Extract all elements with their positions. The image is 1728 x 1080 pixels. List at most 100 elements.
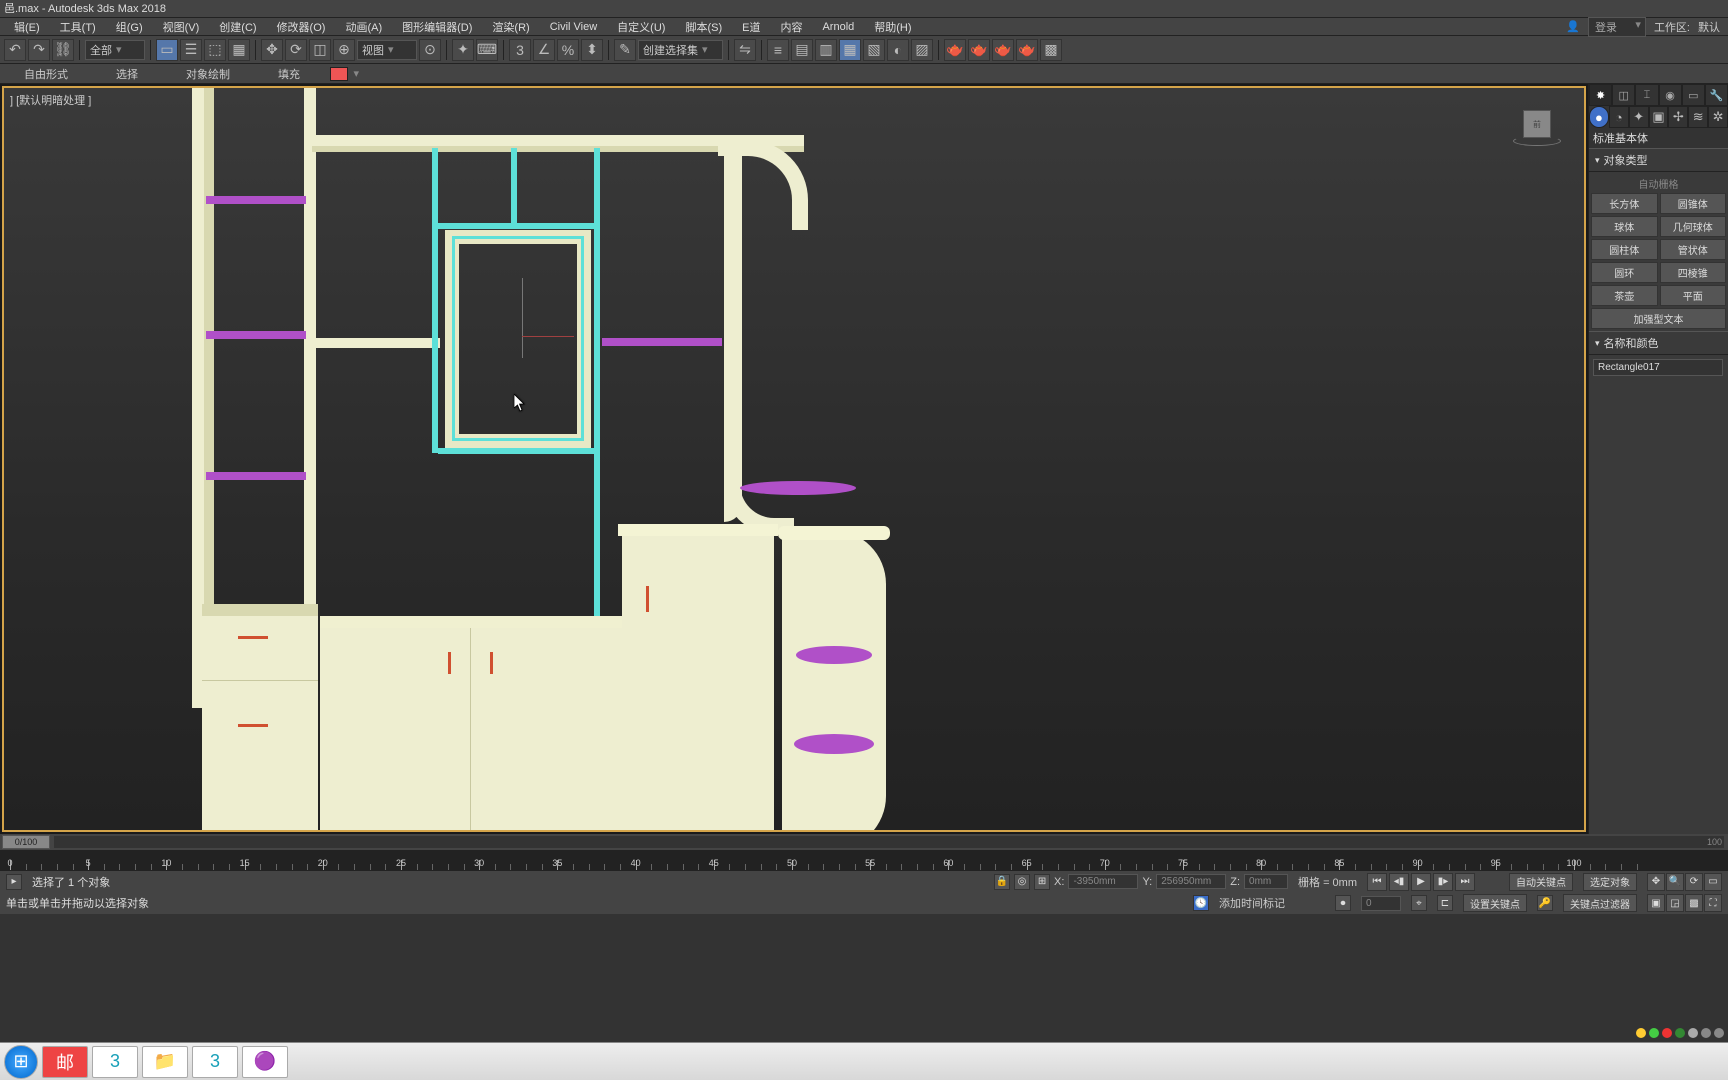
- time-slider-handle[interactable]: 0/100: [2, 835, 50, 849]
- manipulate-button[interactable]: ✦: [452, 39, 474, 61]
- selection-filter-dropdown[interactable]: 全部: [85, 40, 145, 60]
- ribbon-freeform[interactable]: 自由形式: [0, 66, 92, 82]
- login-dropdown[interactable]: 登录: [1588, 17, 1646, 37]
- menu-modifiers[interactable]: 修改器(O): [267, 19, 336, 35]
- maxscript-mini-button[interactable]: ▸: [6, 874, 22, 890]
- task-3dsmax-2[interactable]: 3: [192, 1046, 238, 1078]
- autogrid-checkbox[interactable]: 自动栅格: [1591, 174, 1726, 193]
- prim-sphere[interactable]: 球体: [1591, 216, 1658, 237]
- render-activeshade-button[interactable]: 🫖: [1016, 39, 1038, 61]
- rollout-name-color[interactable]: 名称和颜色: [1589, 331, 1728, 355]
- render-production-button[interactable]: 🫖: [968, 39, 990, 61]
- scale-button[interactable]: ◫: [309, 39, 331, 61]
- layer-explorer-button[interactable]: ▤: [791, 39, 813, 61]
- prim-tube[interactable]: 管状体: [1660, 239, 1727, 260]
- viewcube[interactable]: 前: [1509, 102, 1564, 147]
- viewport-label[interactable]: ] [默认明暗处理 ]: [10, 92, 91, 108]
- y-input[interactable]: [1156, 874, 1226, 889]
- prim-textplus[interactable]: 加强型文本: [1591, 308, 1726, 329]
- align-button[interactable]: ≡: [767, 39, 789, 61]
- prim-cone[interactable]: 圆锥体: [1660, 193, 1727, 214]
- ribbon-objpaint[interactable]: 对象绘制: [162, 66, 254, 82]
- render-online-button[interactable]: ▩: [1040, 39, 1062, 61]
- prim-teapot[interactable]: 茶壶: [1591, 285, 1658, 306]
- selected-filter-dropdown[interactable]: 选定对象: [1583, 873, 1637, 891]
- ribbon-color-swatch[interactable]: [330, 67, 348, 81]
- menu-edit[interactable]: 辑(E): [4, 19, 50, 35]
- key-icon-button[interactable]: 🔑: [1537, 895, 1553, 911]
- viewport-front[interactable]: ] [默认明暗处理 ] 前: [2, 86, 1586, 832]
- key-mode-button[interactable]: ⏺: [1335, 895, 1351, 911]
- rotate-button[interactable]: ⟳: [285, 39, 307, 61]
- material-editor-button[interactable]: ◐: [887, 39, 909, 61]
- time-tag-button[interactable]: ⌖: [1411, 895, 1427, 911]
- render-frame-button[interactable]: 🫖: [944, 39, 966, 61]
- render-iterative-button[interactable]: 🫖: [992, 39, 1014, 61]
- menu-arnold[interactable]: Arnold: [812, 21, 864, 33]
- menu-create[interactable]: 创建(C): [209, 19, 266, 35]
- helpers-subtab[interactable]: ✢: [1668, 106, 1688, 128]
- spacewarps-subtab[interactable]: ≋: [1688, 106, 1708, 128]
- setkey-button[interactable]: 设置关键点: [1463, 894, 1527, 912]
- object-name-input[interactable]: [1593, 359, 1723, 376]
- lights-subtab[interactable]: ✦: [1629, 106, 1649, 128]
- task-explorer[interactable]: 📁: [142, 1046, 188, 1078]
- snap-toggle-button[interactable]: 3: [509, 39, 531, 61]
- geometry-subtab[interactable]: ●: [1589, 106, 1609, 128]
- curve-editor-button[interactable]: ▦: [839, 39, 861, 61]
- nav-fov-button[interactable]: ◲: [1666, 894, 1684, 912]
- placement-button[interactable]: ⊕: [333, 39, 355, 61]
- modify-tab[interactable]: ◫: [1612, 84, 1635, 106]
- time-slider[interactable]: 0/100 100: [0, 834, 1728, 850]
- named-selection-dropdown[interactable]: 创建选择集: [638, 40, 723, 60]
- select-region-button[interactable]: ⬚: [204, 39, 226, 61]
- next-frame-button[interactable]: ▮▸: [1433, 873, 1453, 891]
- task-browser[interactable]: 🟣: [242, 1046, 288, 1078]
- shapes-subtab[interactable]: ◔: [1609, 106, 1629, 128]
- menu-scripting[interactable]: 脚本(S): [675, 19, 732, 35]
- redo-button[interactable]: ↷: [28, 39, 50, 61]
- window-crossing-button[interactable]: ▦: [228, 39, 250, 61]
- lock-selection-button[interactable]: 🔒: [994, 874, 1010, 890]
- ribbon-select[interactable]: 选择: [92, 66, 162, 82]
- play-button[interactable]: ▶: [1411, 873, 1431, 891]
- nav-zoomall-button[interactable]: ▩: [1685, 894, 1703, 912]
- edit-named-sel-button[interactable]: ✎: [614, 39, 636, 61]
- menu-grapheditors[interactable]: 图形编辑器(D): [392, 19, 482, 35]
- utilities-tab[interactable]: 🔧: [1705, 84, 1728, 106]
- create-tab[interactable]: ✸: [1589, 84, 1612, 106]
- autokey-button[interactable]: 自动关键点: [1509, 873, 1573, 891]
- link-button[interactable]: ⛓: [52, 39, 74, 61]
- x-input[interactable]: [1068, 874, 1138, 889]
- spinner-snap-button[interactable]: ⬍: [581, 39, 603, 61]
- key-bracket-button[interactable]: ⊏: [1437, 895, 1453, 911]
- render-setup-button[interactable]: ▨: [911, 39, 933, 61]
- track-bar[interactable]: 0510152025303540455055606570758085909510…: [0, 850, 1728, 870]
- ref-coord-dropdown[interactable]: 视图: [357, 40, 417, 60]
- select-object-button[interactable]: ▭: [156, 39, 178, 61]
- goto-end-button[interactable]: ⏭: [1455, 873, 1475, 891]
- sel-lock-toggle[interactable]: ⊞: [1034, 874, 1050, 890]
- prim-cylinder[interactable]: 圆柱体: [1591, 239, 1658, 260]
- prim-plane[interactable]: 平面: [1660, 285, 1727, 306]
- menu-tools[interactable]: 工具(T): [50, 19, 106, 35]
- display-tab[interactable]: ▭: [1682, 84, 1705, 106]
- prim-box[interactable]: 长方体: [1591, 193, 1658, 214]
- move-button[interactable]: ✥: [261, 39, 283, 61]
- nav-max-button[interactable]: ▭: [1704, 873, 1722, 891]
- mirror-button[interactable]: ⇋: [734, 39, 756, 61]
- iso-selection-button[interactable]: ◎: [1014, 874, 1030, 890]
- menu-content[interactable]: 内容: [770, 19, 812, 35]
- prim-geosphere[interactable]: 几何球体: [1660, 216, 1727, 237]
- motion-tab[interactable]: ◉: [1659, 84, 1682, 106]
- select-by-name-button[interactable]: ☰: [180, 39, 202, 61]
- nav-zoomext-button[interactable]: ▣: [1647, 894, 1665, 912]
- current-frame-input[interactable]: [1361, 896, 1401, 911]
- use-center-button[interactable]: ⊙: [419, 39, 441, 61]
- nav-maxtoggle-button[interactable]: ⛶: [1704, 894, 1722, 912]
- angle-snap-button[interactable]: ∠: [533, 39, 555, 61]
- z-input[interactable]: [1244, 874, 1288, 889]
- workspace-dropdown[interactable]: 默认: [1698, 19, 1720, 35]
- toggle-ribbon-button[interactable]: ▥: [815, 39, 837, 61]
- menu-group[interactable]: 组(G): [106, 19, 153, 35]
